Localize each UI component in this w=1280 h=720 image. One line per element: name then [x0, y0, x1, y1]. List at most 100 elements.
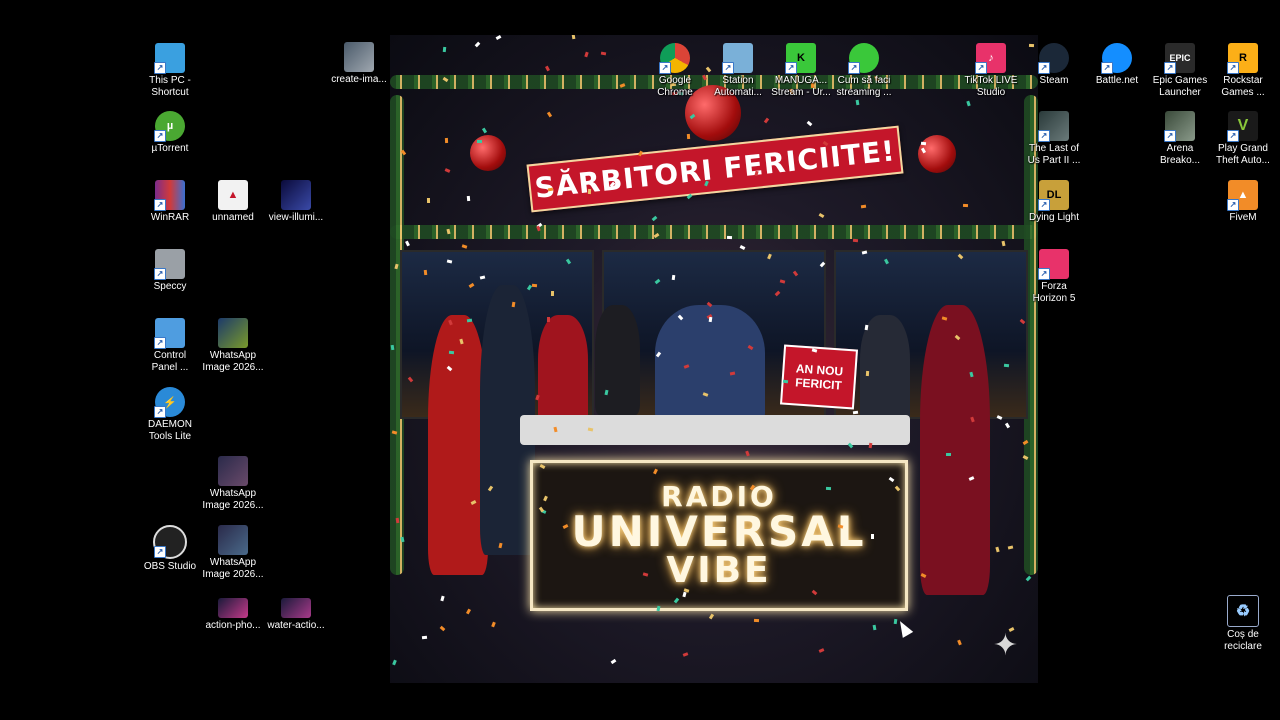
icon-label: MANUGA... Stream - Ur...: [771, 75, 831, 98]
confetti-piece: [1003, 363, 1010, 368]
manuga-stream-shortcut[interactable]: K ↗ MANUGA... Stream - Ur...: [769, 43, 833, 99]
icon-label: FiveM: [1229, 212, 1257, 223]
confetti-piece: [442, 46, 447, 53]
confetti-piece: [392, 659, 397, 666]
garland: [390, 225, 1038, 239]
steam-shortcut[interactable]: ↗ Steam: [1022, 43, 1086, 87]
ornament: [918, 135, 956, 173]
speccy-shortcut[interactable]: ↗ Speccy: [138, 249, 202, 293]
fivem-shortcut[interactable]: ▲ ↗ FiveM: [1211, 180, 1275, 224]
confetti-piece: [852, 410, 859, 415]
confetti-piece: [448, 350, 455, 355]
confetti-piece: [495, 35, 502, 41]
confetti-piece: [726, 235, 733, 240]
confetti-piece: [995, 546, 1000, 553]
person: [538, 315, 588, 425]
whatsapp-image-1[interactable]: WhatsApp Image 2026...: [201, 318, 265, 374]
confetti-piece: [818, 212, 825, 219]
recycle-bin[interactable]: ♻ Coș de reciclare: [1211, 595, 1275, 653]
unnamed-file[interactable]: ▲ unnamed: [201, 180, 265, 224]
water-action-file[interactable]: water-actio...: [264, 598, 328, 632]
station-automation-shortcut[interactable]: ↗ Station Automati...: [706, 43, 770, 99]
confetti-piece: [745, 450, 750, 457]
icon-label: WhatsApp Image 2026...: [202, 488, 264, 511]
whatsapp-image-2[interactable]: WhatsApp Image 2026...: [201, 456, 265, 512]
arena-icon: ↗: [1164, 111, 1195, 142]
person: [595, 305, 640, 415]
daemon-tools-icon: ⚡ ↗: [154, 387, 185, 418]
confetti-piece: [444, 137, 449, 144]
icon-label: Station Automati...: [714, 75, 762, 98]
forza-horizon-shortcut[interactable]: ↗ Forza Horizon 5: [1022, 249, 1086, 305]
image-thumbnail-icon: [218, 598, 248, 618]
create-image-file[interactable]: create-ima...: [327, 42, 391, 86]
fivem-icon: ▲ ↗: [1227, 180, 1258, 211]
battlenet-shortcut[interactable]: ↗ Battle.net: [1085, 43, 1149, 87]
control-panel-icon: ↗: [154, 318, 185, 349]
utorrent-shortcut[interactable]: µ ↗ µTorrent: [138, 111, 202, 155]
google-chrome-shortcut[interactable]: ↗ Google Chrome: [643, 43, 707, 99]
epic-games-shortcut[interactable]: EPIC ↗ Epic Games Launcher: [1148, 43, 1212, 99]
icon-label: Play Grand Theft Auto...: [1216, 143, 1270, 166]
confetti-piece: [584, 51, 589, 58]
last-of-us-shortcut[interactable]: ↗ The Last of Us Part II ...: [1022, 111, 1086, 167]
confetti-piece: [531, 283, 538, 288]
obs-studio-shortcut[interactable]: ↗ OBS Studio: [138, 525, 202, 573]
steam-icon: ↗: [1038, 43, 1069, 74]
icon-label: Google Chrome: [657, 75, 693, 98]
icon-label: Control Panel ...: [151, 350, 189, 373]
arena-breakout-shortcut[interactable]: ↗ Arena Breako...: [1148, 111, 1212, 167]
icon-label: WinRAR: [150, 212, 190, 223]
control-panel-shortcut[interactable]: ↗ Control Panel ...: [138, 318, 202, 374]
confetti-piece: [686, 193, 693, 200]
icon-label: Cum să faci streaming ...: [836, 75, 892, 98]
gta-shortcut[interactable]: V ↗ Play Grand Theft Auto...: [1211, 111, 1275, 167]
action-photo-file[interactable]: action-pho...: [201, 598, 265, 632]
icon-label: DAEMON Tools Lite: [148, 419, 192, 442]
rockstar-games-shortcut[interactable]: R ↗ Rockstar Games ...: [1211, 43, 1275, 99]
confetti-piece: [546, 111, 553, 118]
confetti-piece: [546, 316, 551, 323]
image-thumbnail-icon: [281, 598, 311, 618]
neon-line: UNIVERSAL: [571, 506, 867, 556]
view-illumi-file[interactable]: view-illumi...: [264, 180, 328, 224]
epic-games-icon: EPIC ↗: [1164, 43, 1195, 74]
this-pc-shortcut[interactable]: ↗ This PC - Shortcut: [138, 43, 202, 99]
image-thumbnail-icon: [218, 456, 248, 486]
rockstar-icon: R ↗: [1227, 43, 1258, 74]
confetti-piece: [439, 625, 446, 632]
confetti-piece: [708, 613, 715, 620]
winrar-icon: ↗: [154, 180, 185, 211]
forza-icon: ↗: [1038, 249, 1069, 280]
icon-label: Coș de reciclare: [1224, 629, 1262, 652]
confetti-piece: [550, 290, 555, 297]
confetti-piece: [421, 635, 428, 640]
confetti-piece: [571, 35, 576, 40]
confetti-piece: [610, 658, 617, 665]
confetti-piece: [825, 486, 832, 491]
confetti-piece: [753, 618, 760, 623]
confetti-piece: [481, 127, 488, 134]
icon-label: WhatsApp Image 2026...: [202, 350, 264, 373]
utorrent-icon: µ ↗: [154, 111, 185, 142]
icon-label: Arena Breako...: [1159, 143, 1201, 166]
daemon-tools-shortcut[interactable]: ⚡ ↗ DAEMON Tools Lite: [138, 387, 202, 443]
image-thumbnail-icon: [218, 318, 248, 348]
tiktok-live-studio-shortcut[interactable]: ♪ ↗ TikTok LIVE Studio: [959, 43, 1023, 99]
confetti-piece: [1007, 545, 1014, 550]
winrar-shortcut[interactable]: ↗ WinRAR: [138, 180, 202, 224]
obs-icon: ↗: [153, 525, 187, 559]
cum-sa-faci-shortcut[interactable]: ↗ Cum să faci streaming ...: [832, 43, 896, 99]
confetti-piece: [957, 639, 962, 646]
confetti-piece: [920, 141, 927, 146]
icon-label: Dying Light: [1028, 212, 1080, 223]
whatsapp-image-3[interactable]: WhatsApp Image 2026...: [201, 525, 265, 581]
gta-icon: V ↗: [1227, 111, 1258, 142]
station-icon: ↗: [722, 43, 753, 74]
confetti-piece: [477, 140, 482, 143]
dying-light-shortcut[interactable]: DL ↗ Dying Light: [1022, 180, 1086, 224]
confetti-piece: [872, 624, 877, 631]
confetti-piece: [426, 197, 431, 204]
icon-label: action-pho...: [205, 620, 261, 631]
confetti-piece: [865, 370, 870, 377]
